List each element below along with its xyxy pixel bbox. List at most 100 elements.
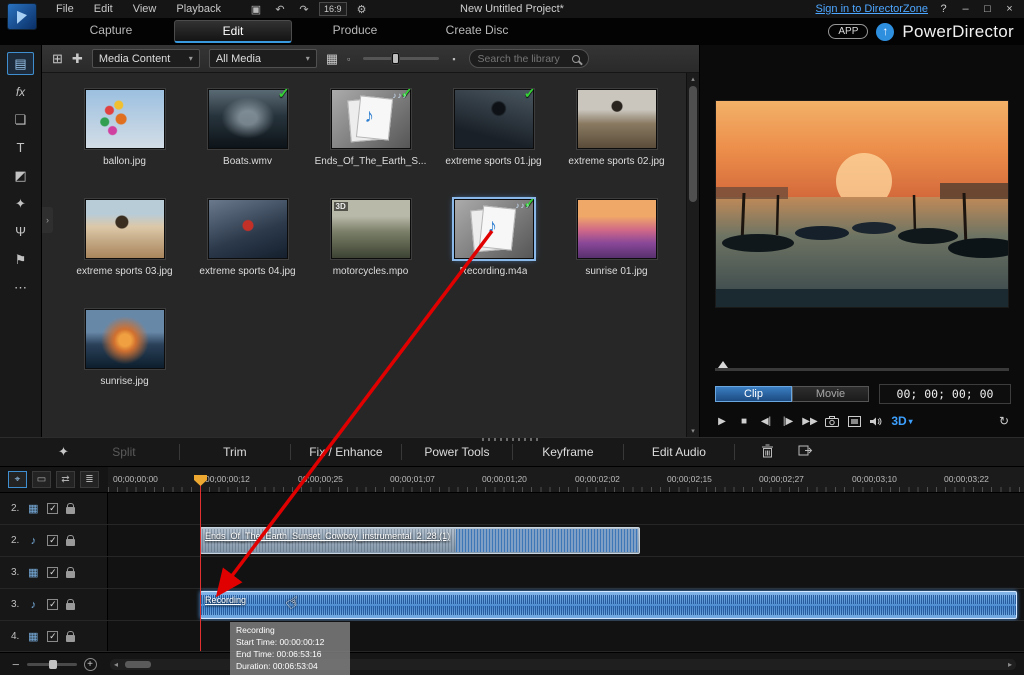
subtitle-room-icon[interactable]: ⋯ [7, 276, 34, 299]
library-scrollbar[interactable]: ▴ ▾ [686, 73, 699, 437]
track-lock-icon[interactable] [66, 539, 75, 546]
menu-edit[interactable]: Edit [84, 0, 123, 18]
thumb-small-icon[interactable]: ▫ [347, 54, 350, 64]
scroll-right-icon[interactable]: ▸ [1008, 660, 1012, 669]
track-lock-icon[interactable] [66, 635, 75, 642]
undock-preview-icon[interactable]: ↻ [993, 411, 1015, 431]
playhead-line[interactable] [200, 479, 201, 651]
app-badge[interactable]: APP [828, 24, 868, 39]
menu-view[interactable]: View [123, 0, 167, 18]
trim-button[interactable]: Trim [180, 445, 290, 459]
tab-create-disc[interactable]: Create Disc [418, 20, 536, 43]
voiceover-room-icon[interactable]: Ψ [7, 220, 34, 243]
split-button[interactable]: Split [69, 445, 179, 459]
select-tool-icon[interactable]: ⌖ [8, 471, 27, 488]
next-frame-button[interactable]: |▶ [777, 411, 799, 431]
scrollbar-thumb[interactable] [689, 86, 697, 202]
tab-capture[interactable]: Capture [52, 20, 170, 43]
pip-objects-room-icon[interactable]: ❏ [7, 108, 34, 131]
download-content-icon[interactable]: ✚ [72, 51, 83, 67]
upgrade-arrow-icon[interactable]: ↑ [876, 23, 894, 41]
delete-trash-icon[interactable] [761, 444, 774, 461]
redo-icon[interactable]: ↷ [295, 3, 313, 16]
media-thumbnail[interactable] [85, 199, 165, 259]
previous-frame-button[interactable]: ◀| [755, 411, 777, 431]
save-project-icon[interactable]: ▣ [247, 3, 265, 16]
import-media-icon[interactable]: ⊞ [52, 51, 63, 67]
track-lock-icon[interactable] [66, 571, 75, 578]
maximize-button[interactable]: □ [981, 3, 994, 15]
all-media-dropdown[interactable]: All Media [209, 49, 317, 68]
media-room-icon[interactable]: ▤ [7, 52, 34, 75]
zoom-in-icon[interactable]: + [84, 658, 97, 671]
media-item[interactable]: Boats.wmv [186, 89, 309, 199]
media-item[interactable]: extreme sports 01.jpg [432, 89, 555, 199]
tab-produce[interactable]: Produce [296, 20, 414, 43]
magic-wand-icon[interactable]: ✦ [58, 444, 69, 460]
timeline-ruler[interactable]: 00;00;00;00 00;00;00;12 00;00;00;25 00;0… [108, 467, 1024, 493]
media-thumbnail[interactable] [208, 199, 288, 259]
media-thumbnail[interactable] [208, 89, 288, 149]
signin-directorzone-link[interactable]: Sign in to DirectorZone [816, 3, 929, 15]
media-item[interactable]: ♪ ♪♪♪ Ends_Of_The_Earth_S... [309, 89, 432, 199]
chapter-room-icon[interactable]: ⚑ [7, 248, 34, 271]
play-button[interactable]: ▶ [711, 411, 733, 431]
media-item[interactable]: ballon.jpg [63, 89, 186, 199]
media-thumbnail[interactable] [454, 89, 534, 149]
fix-enhance-button[interactable]: Fix / Enhance [291, 445, 401, 459]
track-body[interactable] [108, 557, 1024, 588]
media-thumbnail[interactable]: ♪ ♪♪♪ [454, 199, 534, 259]
panel-collapse-arrow[interactable]: › [42, 207, 53, 233]
timeline-clip-music[interactable]: Ends_Of_The_Earth_Sunset_Cowboy_instrume… [200, 527, 640, 554]
settings-gear-icon[interactable]: ⚙ [353, 3, 371, 16]
slider-thumb[interactable] [392, 53, 399, 64]
movie-mode-button[interactable]: Movie [792, 386, 869, 402]
snapshot-camera-icon[interactable] [821, 411, 843, 431]
stop-button[interactable]: ■ [733, 411, 755, 431]
scroll-up-icon[interactable]: ▴ [687, 75, 699, 83]
keyframe-button[interactable]: Keyframe [513, 445, 623, 459]
clip-mode-button[interactable]: Clip [715, 386, 792, 402]
media-item[interactable]: sunrise 01.jpg [555, 199, 678, 309]
track-body[interactable]: Ends_Of_The_Earth_Sunset_Cowboy_instrume… [108, 525, 1024, 556]
media-content-dropdown[interactable]: Media Content [92, 49, 200, 68]
preview-video[interactable] [715, 100, 1009, 308]
media-thumbnail[interactable] [577, 199, 657, 259]
thumbnail-size-slider[interactable] [363, 57, 439, 60]
media-item-recording[interactable]: ♪ ♪♪♪ Recording.m4a [432, 199, 555, 309]
3d-mode-button[interactable]: 3D [887, 411, 917, 431]
media-item[interactable]: 3D motorcycles.mpo [309, 199, 432, 309]
undo-icon[interactable]: ↶ [271, 3, 289, 16]
title-room-icon[interactable]: T [7, 136, 34, 159]
preview-seek-bar[interactable] [715, 368, 1009, 371]
timeline-clip-recording[interactable]: Recording [200, 591, 1017, 619]
track-enable-checkbox[interactable] [47, 631, 58, 642]
media-item[interactable]: sunrise.jpg [63, 309, 186, 419]
track-lock-icon[interactable] [66, 507, 75, 514]
zoom-out-icon[interactable]: − [12, 657, 20, 672]
preview-timecode[interactable]: 00; 00; 00; 00 [879, 384, 1011, 404]
aspect-ratio-dropdown[interactable]: 16:9 [319, 2, 347, 16]
close-button[interactable]: × [1003, 3, 1016, 15]
transition-room-icon[interactable]: ◩ [7, 164, 34, 187]
panel-resize-handle[interactable] [482, 438, 542, 441]
track-lock-icon[interactable] [66, 603, 75, 610]
menu-file[interactable]: File [46, 0, 84, 18]
effects-room-icon[interactable]: fx [7, 80, 34, 103]
track-body[interactable]: Recording [108, 589, 1024, 620]
search-icon[interactable] [572, 55, 580, 63]
media-item[interactable]: extreme sports 03.jpg [63, 199, 186, 309]
fast-forward-button[interactable]: ▶▶ [799, 411, 821, 431]
library-search-box[interactable] [469, 49, 589, 68]
capture-window-icon[interactable] [843, 411, 865, 431]
minimize-button[interactable]: – [959, 3, 972, 15]
media-thumbnail[interactable]: 3D [331, 199, 411, 259]
send-to-room-icon[interactable] [798, 444, 813, 460]
track-body[interactable] [108, 493, 1024, 524]
media-thumbnail[interactable] [85, 309, 165, 369]
help-button[interactable]: ? [937, 3, 950, 15]
thumb-large-icon[interactable]: ▪ [452, 54, 455, 64]
volume-speaker-icon[interactable] [865, 411, 887, 431]
media-thumbnail[interactable] [85, 89, 165, 149]
track-enable-checkbox[interactable] [47, 567, 58, 578]
